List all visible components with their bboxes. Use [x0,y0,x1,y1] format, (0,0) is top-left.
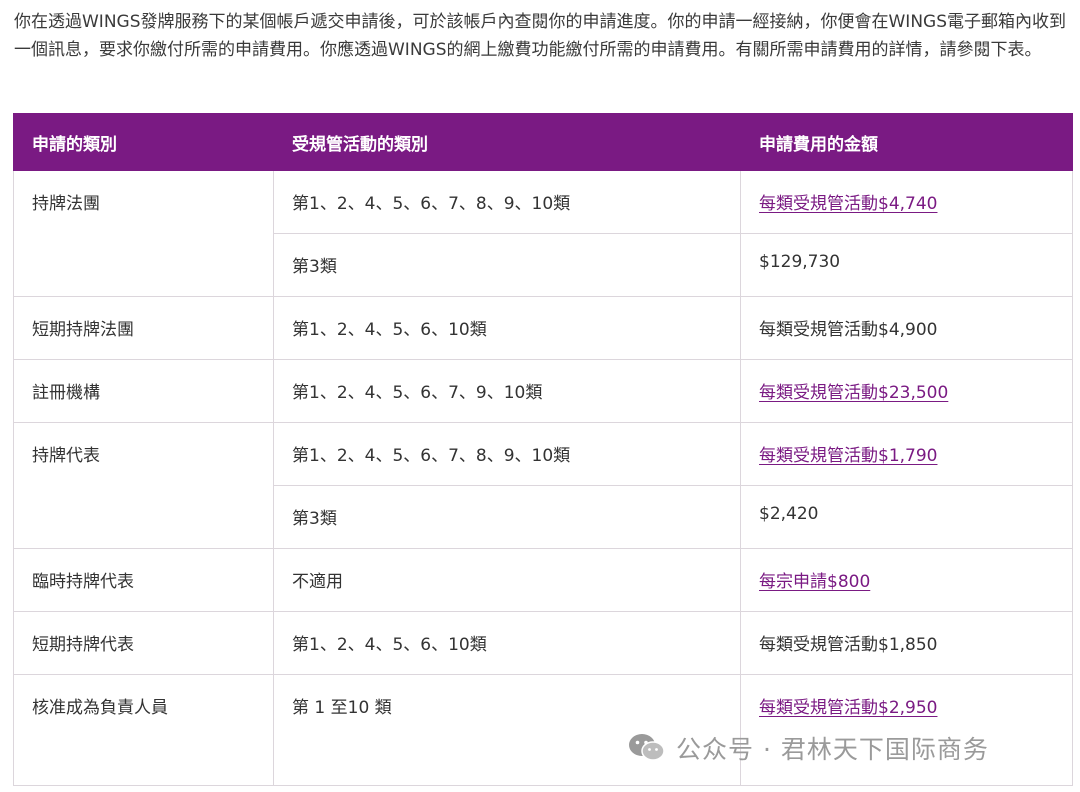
category-cell: 核准成為負責人員 [13,674,274,786]
table-row: 持牌法團 第1、2、4、5、6、7、8、9、10類 每類受規管活動$4,740 [13,170,1073,297]
activities-cell: 第1、2、4、5、6、10類 [273,296,741,360]
category-cell: 持牌代表 [13,422,274,549]
activities-cell: 第 1 至10 類 [273,674,741,786]
activities-cell: 第1、2、4、5、6、7、9、10類 [273,359,741,423]
table-row: 短期持牌代表 第1、2、4、5、6、10類 每類受規管活動$1,850 [13,611,1073,675]
table-row: 核准成為負責人員 第 1 至10 類 每類受規管活動$2,950 [13,674,1073,786]
table-row: 註冊機構 第1、2、4、5、6、7、9、10類 每類受規管活動$23,500 [13,359,1073,423]
fee-cell: 每類受規管活動$1,850 [740,611,1073,675]
header-regulated-activity: 受規管活動的類別 [273,113,741,171]
category-cell: 臨時持牌代表 [13,548,274,612]
category-cell: 短期持牌代表 [13,611,274,675]
fee-cell: 每類受規管活動$4,900 [740,296,1073,360]
intro-paragraph: 你在透過WINGS發牌服務下的某個帳戶遞交申請後，可於該帳戶內查閱你的申請進度。… [14,12,1067,60]
fee-link[interactable]: 每類受規管活動$1,790 [759,446,937,466]
table-row: 短期持牌法團 第1、2、4、5、6、10類 每類受規管活動$4,900 [13,296,1073,360]
header-application-category: 申請的類別 [13,113,274,171]
fee-link[interactable]: 每類受規管活動$2,950 [759,698,937,718]
fee-cell: 每類受規管活動$1,790 [740,422,1073,486]
table-row: 臨時持牌代表 不適用 每宗申請$800 [13,548,1073,612]
activities-cell: 第1、2、4、5、6、7、8、9、10類 [273,170,741,234]
fee-link[interactable]: 每類受規管活動$23,500 [759,383,948,403]
activities-cell: 第3類 [273,233,741,297]
fee-cell: $2,420 [740,485,1073,549]
header-fee-amount: 申請費用的金額 [740,113,1073,171]
fee-cell: 每類受規管活動$4,740 [740,170,1073,234]
fee-cell: 每宗申請$800 [740,548,1073,612]
table-header-row: 申請的類別 受規管活動的類別 申請費用的金額 [13,113,1073,171]
application-fee-table: 申請的類別 受規管活動的類別 申請費用的金額 持牌法團 第1、2、4、5、6、7… [13,113,1073,786]
category-cell: 短期持牌法團 [13,296,274,360]
category-cell: 持牌法團 [13,170,274,297]
activities-cell: 第3類 [273,485,741,549]
activities-cell: 不適用 [273,548,741,612]
fee-cell: $129,730 [740,233,1073,297]
fee-link[interactable]: 每類受規管活動$4,740 [759,194,937,214]
fee-link[interactable]: 每宗申請$800 [759,572,870,592]
category-cell: 註冊機構 [13,359,274,423]
table-row: 持牌代表 第1、2、4、5、6、7、8、9、10類 每類受規管活動$1,790 [13,422,1073,549]
fee-cell: 每類受規管活動$23,500 [740,359,1073,423]
activities-cell: 第1、2、4、5、6、10類 [273,611,741,675]
activities-cell: 第1、2、4、5、6、7、8、9、10類 [273,422,741,486]
fee-cell: 每類受規管活動$2,950 [740,674,1073,786]
